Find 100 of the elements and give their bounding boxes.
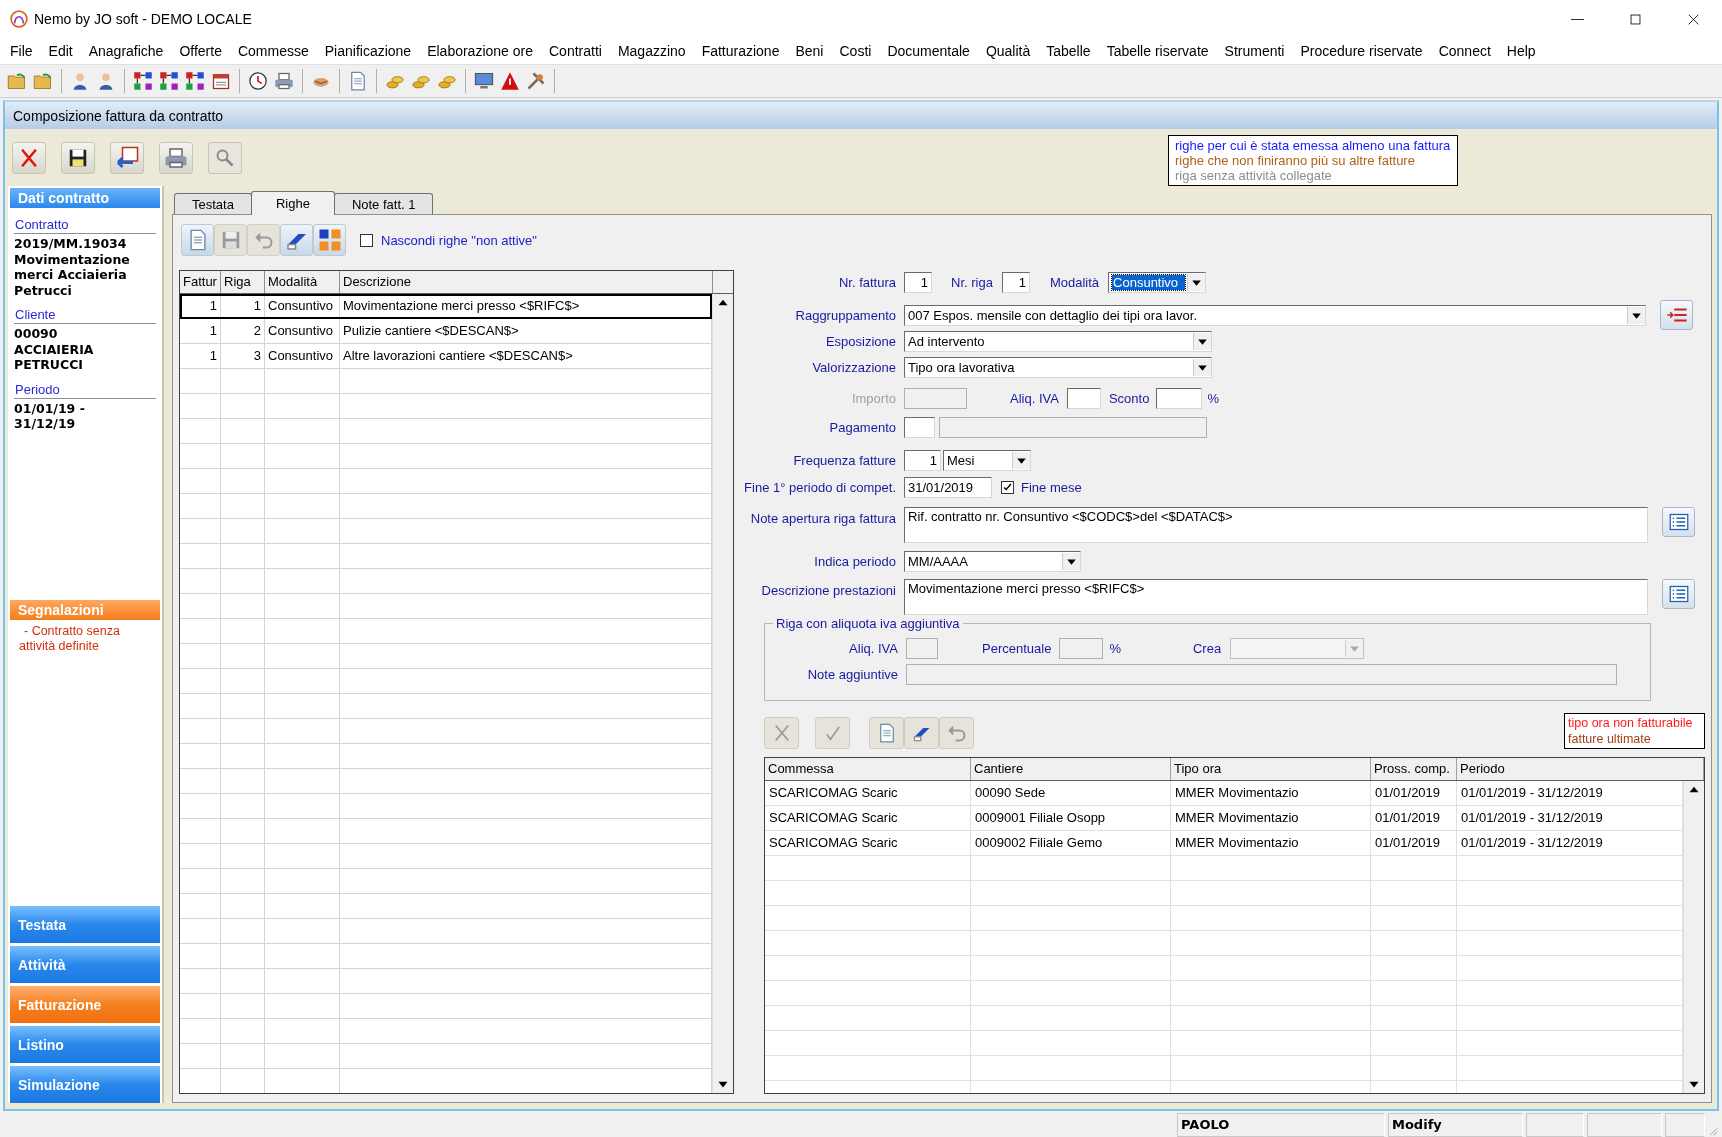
menu-item[interactable]: Offerte xyxy=(171,43,230,59)
dropdown[interactable]: Tipo ora lavorativa xyxy=(904,356,1212,378)
app-logo-icon xyxy=(10,10,28,28)
save-button[interactable] xyxy=(61,141,95,174)
menu-item[interactable]: Tabelle xyxy=(1038,43,1099,59)
menu-item[interactable]: Beni xyxy=(787,43,832,59)
menu-item[interactable]: Anagrafiche xyxy=(80,43,172,59)
column-header[interactable]: Periodo xyxy=(1457,758,1704,780)
table-row[interactable]: 1 2 Consuntivo Pulizie cantiere <$DESCAN$> xyxy=(180,319,712,344)
menu-item[interactable]: Fatturazione xyxy=(693,43,788,59)
nav-button[interactable]: Simulazione xyxy=(10,1066,160,1103)
tab[interactable]: Testata xyxy=(174,193,252,214)
tab[interactable]: Righe xyxy=(250,191,335,215)
menu-item[interactable]: Costi xyxy=(831,43,880,59)
eraser-button[interactable] xyxy=(904,717,939,749)
menu-item[interactable]: Commesse xyxy=(229,43,317,59)
menu-item[interactable]: Contratti xyxy=(541,43,610,59)
unit-label: % xyxy=(1207,390,1219,406)
tools-icon[interactable] xyxy=(526,71,546,91)
nav-button[interactable]: Listino xyxy=(10,1026,160,1063)
input-field[interactable] xyxy=(1156,387,1203,409)
menu-item[interactable]: Magazzino xyxy=(609,43,694,59)
input-field[interactable] xyxy=(906,663,1617,685)
dropdown[interactable]: Mesi xyxy=(943,449,1031,471)
column-header[interactable]: Modalità xyxy=(265,271,340,293)
table-cell: Consuntivo xyxy=(265,294,340,318)
document-icon[interactable] xyxy=(348,71,368,91)
nav-button[interactable]: Attività xyxy=(10,946,160,983)
new-button[interactable] xyxy=(869,717,904,749)
vertical-scrollbar[interactable] xyxy=(712,294,733,1093)
calendar-icon[interactable] xyxy=(211,71,231,91)
column-header[interactable]: Riga xyxy=(221,271,265,293)
menu-item[interactable]: Connect xyxy=(1430,43,1499,59)
dropdown[interactable]: Ad intervento xyxy=(904,330,1212,352)
warning-icon[interactable] xyxy=(500,71,520,91)
printer-icon[interactable] xyxy=(274,71,294,91)
menu-item[interactable]: Documentale xyxy=(879,43,978,59)
column-header[interactable]: Commessa xyxy=(765,758,971,780)
dropdown[interactable]: MM/AAAA xyxy=(904,550,1081,572)
input-field[interactable] xyxy=(1059,637,1104,659)
menu-item[interactable]: Edit xyxy=(40,43,81,59)
table-cell: 00090 Sede xyxy=(971,781,1171,805)
monitor-icon[interactable] xyxy=(474,71,494,91)
menu-item[interactable]: Strumenti xyxy=(1216,43,1293,59)
input-field[interactable] xyxy=(906,637,938,659)
input-field[interactable] xyxy=(1066,387,1101,409)
caret-icon xyxy=(1627,306,1645,324)
caret-icon xyxy=(1062,552,1080,570)
table-row[interactable]: 1 3 Consuntivo Altre lavorazioni cantiere <$DESCAN$> xyxy=(180,344,712,369)
field-label: Note apertura riga fattura xyxy=(749,510,896,526)
vertical-scrollbar[interactable] xyxy=(1683,781,1704,1093)
unit-label: % xyxy=(1109,640,1121,656)
input-field[interactable]: 1 xyxy=(904,449,941,471)
column-header[interactable]: Descrizione xyxy=(340,271,713,293)
checkbox[interactable] xyxy=(1001,480,1014,494)
grouping-button[interactable] xyxy=(1660,300,1693,330)
dropdown[interactable]: 007 Espos. mensile con dettaglio dei tipi ora lavor. xyxy=(904,304,1646,326)
delete-button[interactable] xyxy=(12,141,46,174)
menu-item[interactable]: Qualità xyxy=(977,43,1039,59)
column-header[interactable]: Pross. comp. xyxy=(1371,758,1457,780)
column-header[interactable]: Cantiere xyxy=(971,758,1171,780)
column-header[interactable]: Tipo ora xyxy=(1171,758,1371,780)
text-area[interactable]: Movimentazione merci presso <$RIFC$> xyxy=(904,579,1648,615)
search-button[interactable] xyxy=(208,141,242,174)
list-button[interactable] xyxy=(1662,579,1695,609)
column-header[interactable]: Fattur xyxy=(180,271,221,293)
field-label: Pagamento xyxy=(828,419,896,435)
print-button[interactable] xyxy=(159,141,193,174)
menu-item[interactable]: Pianificazione xyxy=(316,43,420,59)
table-row[interactable]: 1 1 Consuntivo Movimentazione merci presso <$RIFC$> xyxy=(180,294,712,319)
new-button[interactable] xyxy=(181,224,214,256)
input-field[interactable] xyxy=(904,387,967,409)
menu-item[interactable]: Help xyxy=(1498,43,1544,59)
diagram-icon[interactable] xyxy=(133,71,153,91)
tab[interactable]: Note fatt. 1 xyxy=(333,193,434,214)
menu-item[interactable]: File xyxy=(2,43,41,59)
field-label: Nr. fattura xyxy=(837,274,896,290)
dropdown[interactable]: Consuntivo xyxy=(1108,271,1207,293)
nav-button[interactable]: Testata xyxy=(10,906,160,943)
clock-icon[interactable] xyxy=(248,71,268,91)
input-field[interactable] xyxy=(904,416,935,438)
list-button[interactable] xyxy=(1662,507,1695,537)
folder-icon[interactable] xyxy=(33,71,53,91)
folder-icon[interactable] xyxy=(7,71,27,91)
input-field[interactable]: 1 xyxy=(904,271,932,293)
menu-item[interactable]: Elaborazione ore xyxy=(419,43,541,59)
transfer-button[interactable] xyxy=(110,141,144,174)
menu-item[interactable]: Procedure riservate xyxy=(1292,43,1431,59)
field-label: Frequenza fatture xyxy=(792,452,896,468)
input-field[interactable]: 31/01/2019 xyxy=(904,476,992,498)
maximize-icon xyxy=(1628,12,1642,26)
calendar-arrow-icon xyxy=(115,145,139,170)
checkbox[interactable] xyxy=(360,233,373,247)
text-area[interactable]: Rif. contratto nr. Consuntivo <$CODC$>del <$DATAC$> xyxy=(904,507,1648,543)
eraser-button[interactable] xyxy=(280,224,313,256)
input-field[interactable]: 1 xyxy=(1001,271,1030,293)
diagram-icon[interactable] xyxy=(185,71,205,91)
menu-item[interactable]: Tabelle riservate xyxy=(1098,43,1217,59)
diagram-icon[interactable] xyxy=(159,71,179,91)
diagram-button[interactable] xyxy=(313,224,346,256)
